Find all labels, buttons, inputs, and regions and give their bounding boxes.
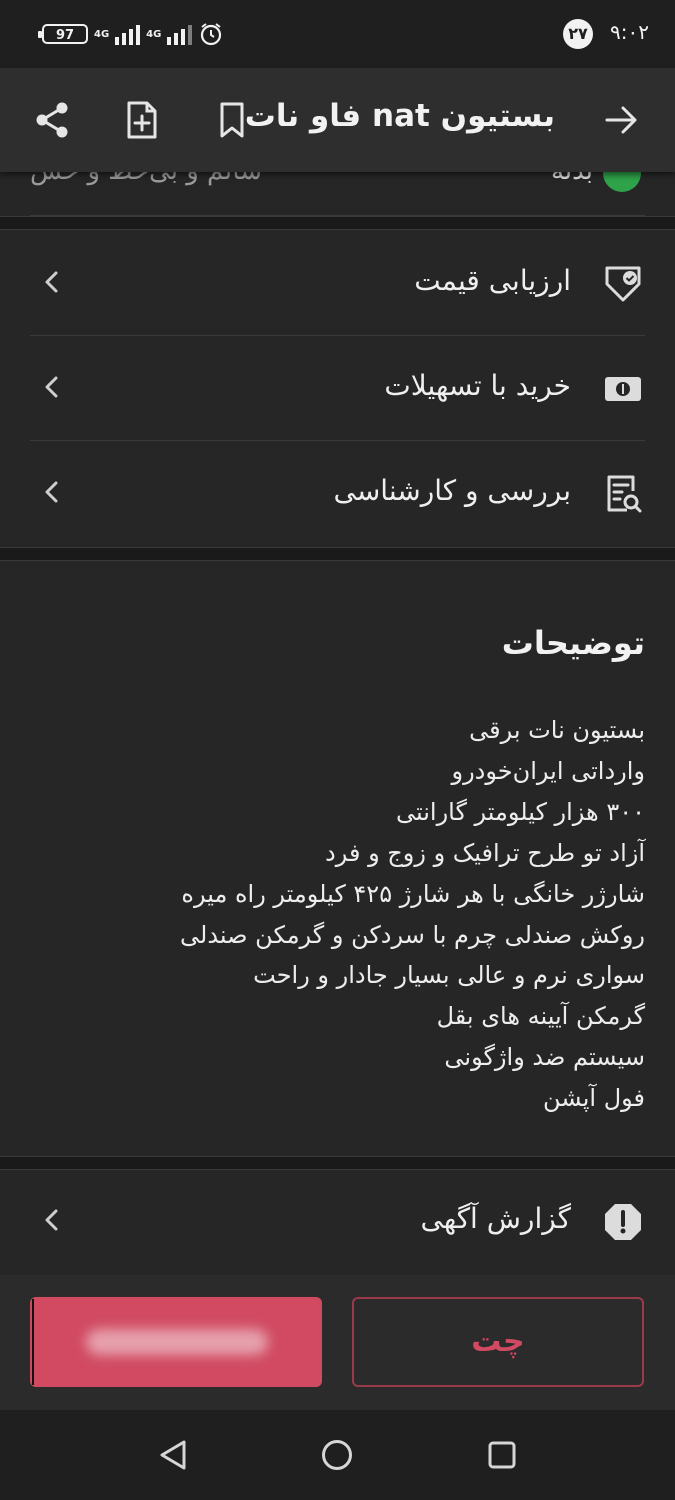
page-title: بستیون nat فاو نات xyxy=(244,98,555,134)
divider xyxy=(30,440,645,441)
description-line: سواری نرم و عالی بسیار جادار و راحت xyxy=(253,961,645,990)
chat-button[interactable]: چت xyxy=(352,1297,644,1387)
chevron-left-icon xyxy=(45,271,58,293)
description-line: گرمکن آیینه های بقل xyxy=(436,1002,645,1031)
description-title: توضیحات xyxy=(501,624,645,662)
bottom-action-bar: چت xyxy=(0,1275,675,1410)
menu-row-installment-purchase[interactable]: خرید با تسهیلات xyxy=(0,337,675,441)
section-separator xyxy=(0,547,675,561)
menu-row-label: بررسی و کارشناسی xyxy=(333,474,571,507)
contact-info-button[interactable] xyxy=(30,1297,322,1387)
report-ad-label: گزارش آگهی xyxy=(420,1202,571,1235)
description-line: سیستم ضد واژگونی xyxy=(444,1043,645,1072)
clock: ۹:۰۲ xyxy=(610,20,649,44)
description-line: وارداتی ایران‌خودرو xyxy=(451,756,646,785)
report-ad-row[interactable]: گزارش آگهی xyxy=(0,1170,675,1274)
description-body: بستیون نات برقی وارداتی ایران‌خودرو ۳۰۰ … xyxy=(45,710,645,1119)
attribute-label: بدنه xyxy=(551,172,593,186)
section-separator xyxy=(0,1156,675,1170)
status-bar: 97 4G 4G ۲۷ ۹:۰۲ xyxy=(0,0,675,68)
description-line: شارژر خانگی با هر شارژ ۴۲۵ کیلومتر راه م… xyxy=(181,879,645,908)
back-arrow-icon[interactable] xyxy=(597,96,645,144)
check-icon xyxy=(603,172,641,192)
text-caret xyxy=(32,1299,34,1385)
battery-icon: 97 xyxy=(38,24,88,44)
chevron-left-icon xyxy=(45,1209,58,1231)
inspection-icon xyxy=(607,475,642,513)
warning-icon xyxy=(605,1204,641,1240)
section-separator xyxy=(0,216,675,230)
divider xyxy=(30,335,645,336)
alarm-icon xyxy=(201,23,222,46)
signal-icon-2 xyxy=(167,23,193,45)
description-line: ۳۰۰ هزار کیلومتر گارانتی xyxy=(396,797,645,826)
cash-icon xyxy=(605,377,641,401)
chevron-left-icon xyxy=(45,481,58,503)
attribute-row: بدنه سالم و بی‌خط و خش xyxy=(0,172,675,216)
attribute-value: سالم و بی‌خط و خش xyxy=(30,172,262,186)
nav-back-icon[interactable] xyxy=(156,1438,190,1472)
share-icon[interactable] xyxy=(28,96,76,144)
bookmark-icon[interactable] xyxy=(208,96,256,144)
price-tag-icon xyxy=(605,266,641,302)
system-nav-bar xyxy=(0,1410,675,1500)
nav-recents-icon[interactable] xyxy=(485,1438,519,1472)
chevron-left-icon xyxy=(45,376,58,398)
network-type-2: 4G xyxy=(146,28,162,40)
menu-row-label: ارزیابی قیمت xyxy=(414,264,571,297)
network-type: 4G xyxy=(94,28,110,40)
add-note-icon[interactable] xyxy=(118,96,166,144)
menu-row-inspection[interactable]: بررسی و کارشناسی xyxy=(0,442,675,546)
description-line: فول آپشن xyxy=(543,1084,645,1113)
menu-row-price-evaluation[interactable]: ارزیابی قیمت xyxy=(0,232,675,336)
description-line: بستیون نات برقی xyxy=(469,716,645,744)
signal-icon xyxy=(115,23,141,45)
nav-home-icon[interactable] xyxy=(320,1438,354,1472)
description-line: روکش صندلی چرم با سردکن و گرمکن صندلی xyxy=(180,920,645,949)
blurred-phone-number xyxy=(86,1329,268,1355)
menu-row-label: خرید با تسهیلات xyxy=(384,369,571,402)
description-line: آزاد تو طرح ترافیک و زوج و فرد xyxy=(325,838,645,867)
notification-badge: ۲۷ xyxy=(563,19,593,49)
status-icons: 97 4G 4G xyxy=(38,18,224,50)
app-bar: بستیون nat فاو نات xyxy=(0,68,675,172)
